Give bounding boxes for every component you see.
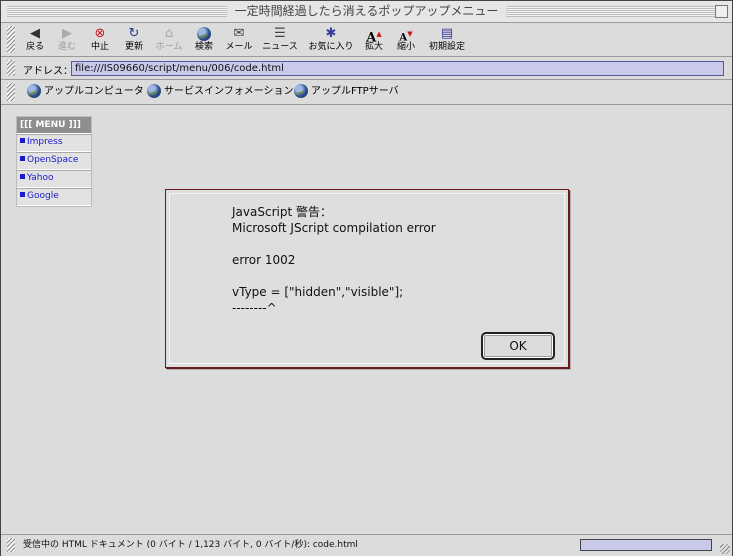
stop-icon: ⊗	[94, 26, 106, 41]
navigation-toolbar: ◀ 戻る ▶ 進む ⊗ 中止 ↻ 更新 ⌂ ホーム 検索 ✉ メール ☰ ニュー…	[1, 23, 732, 57]
search-button[interactable]: 検索	[191, 26, 217, 56]
favorite-label: アップルコンピュータ	[44, 86, 144, 97]
refresh-button[interactable]: ↻ 更新	[121, 26, 147, 56]
bullet-square-icon	[20, 192, 25, 197]
menu-item-google[interactable]: Google	[17, 188, 91, 206]
forward-button[interactable]: ▶ 進む	[55, 26, 79, 56]
favorite-label: サービスインフォメーション	[164, 86, 294, 97]
zoom-box-button[interactable]	[715, 5, 728, 18]
title-bar[interactable]: 一定時間経過したら消えるポップアップメニュー	[1, 1, 732, 23]
search-globe-icon	[191, 26, 217, 42]
favorite-label: アップルFTPサーバ	[311, 86, 399, 97]
back-button[interactable]: ◀ 戻る	[23, 26, 47, 56]
toolbar-grip-handle[interactable]	[7, 26, 15, 53]
preferences-icon: ▤	[440, 26, 454, 41]
news-button[interactable]: ☰ ニュース	[261, 26, 299, 56]
favorites-bar: アップルコンピュータ サービスインフォメーション アップルFTPサーバ	[1, 80, 732, 105]
alert-message: JavaScript 警告： Microsoft JScript compila…	[232, 205, 436, 315]
favorite-apple-computer[interactable]: アップルコンピュータ	[27, 84, 144, 100]
zoom-out-button-label: 縮小	[396, 42, 415, 52]
mail-button-label: メール	[225, 42, 253, 52]
zoom-in-button-label: 拡大	[364, 42, 383, 52]
home-button-label: ホーム	[155, 42, 183, 52]
favorites-bar-grip-handle[interactable]	[7, 83, 15, 101]
globe-icon	[294, 84, 308, 98]
zoom-in-icon: A▲	[366, 29, 382, 46]
home-icon: ⌂	[164, 26, 174, 41]
preferences-button[interactable]: ▤ 初期設定	[427, 26, 467, 56]
news-button-label: ニュース	[262, 42, 298, 52]
favorites-icon: ✱	[325, 26, 337, 41]
home-button[interactable]: ⌂ ホーム	[153, 26, 185, 56]
menu-item-openspace[interactable]: OpenSpace	[17, 152, 91, 170]
menu-header: [[[ MENU ]]]	[17, 117, 91, 134]
refresh-button-label: 更新	[124, 42, 143, 52]
zoom-out-icon: A▼	[399, 29, 413, 44]
status-bar-grip-handle[interactable]	[7, 538, 15, 552]
bullet-square-icon	[20, 138, 25, 143]
back-arrow-icon: ◀	[30, 26, 40, 41]
globe-icon	[147, 84, 161, 98]
status-bar: 受信中の HTML ドキュメント (0 バイト / 1,123 バイト, 0 バ…	[1, 534, 732, 556]
news-icon: ☰	[274, 26, 286, 41]
favorites-button-label: お気に入り	[308, 42, 354, 52]
bullet-square-icon	[20, 174, 25, 179]
menu-item-yahoo[interactable]: Yahoo	[17, 170, 91, 188]
search-button-label: 検索	[194, 42, 213, 52]
stop-button[interactable]: ⊗ 中止	[87, 26, 113, 56]
menu-item-label: Google	[27, 191, 59, 201]
address-bar-grip-handle[interactable]	[7, 60, 15, 76]
progress-bar	[580, 539, 712, 551]
refresh-icon: ↻	[128, 26, 140, 41]
forward-button-label: 進む	[57, 42, 76, 52]
popup-menu: [[[ MENU ]]] Impress OpenSpace Yahoo Goo…	[16, 116, 92, 207]
mail-icon: ✉	[233, 26, 245, 41]
favorites-button[interactable]: ✱ お気に入り	[307, 26, 355, 56]
bullet-square-icon	[20, 156, 25, 161]
page-content: [[[ MENU ]]] Impress OpenSpace Yahoo Goo…	[1, 105, 732, 533]
address-bar: アドレス： file:///IS09660/script/menu/006/co…	[1, 57, 732, 80]
window-title: 一定時間経過したら消えるポップアップメニュー	[226, 3, 507, 19]
menu-item-label: Yahoo	[27, 173, 54, 183]
address-input[interactable]: file:///IS09660/script/menu/006/code.htm…	[71, 61, 724, 76]
favorite-apple-ftp[interactable]: アップルFTPサーバ	[294, 84, 399, 100]
zoom-out-button[interactable]: A▼ 縮小	[395, 26, 417, 56]
browser-window: 一定時間経過したら消えるポップアップメニュー ◀ 戻る ▶ 進む ⊗ 中止 ↻ …	[0, 0, 733, 556]
status-text: 受信中の HTML ドキュメント (0 バイト / 1,123 バイト, 0 バ…	[23, 540, 358, 550]
address-label: アドレス：	[23, 66, 73, 77]
menu-item-impress[interactable]: Impress	[17, 134, 91, 152]
forward-arrow-icon: ▶	[62, 26, 72, 41]
globe-icon	[27, 84, 41, 98]
mail-button[interactable]: ✉ メール	[223, 26, 255, 56]
ok-button[interactable]: OK	[481, 332, 555, 360]
javascript-alert-dialog: JavaScript 警告： Microsoft JScript compila…	[165, 189, 569, 368]
back-button-label: 戻る	[25, 42, 44, 52]
menu-item-label: Impress	[27, 137, 63, 147]
menu-item-label: OpenSpace	[27, 155, 79, 165]
preferences-button-label: 初期設定	[428, 42, 465, 52]
favorite-service-information[interactable]: サービスインフォメーション	[147, 84, 294, 100]
stop-button-label: 中止	[90, 42, 109, 52]
zoom-in-button[interactable]: A▲ 拡大	[363, 26, 385, 56]
resize-handle[interactable]	[720, 544, 730, 554]
